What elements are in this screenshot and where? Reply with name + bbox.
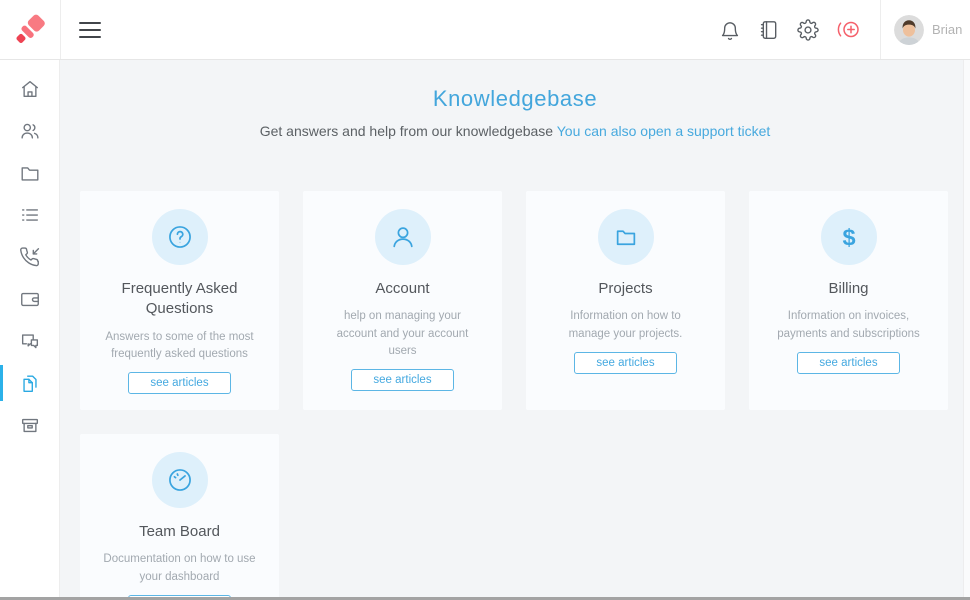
sidebar-item-projects[interactable] (0, 152, 59, 194)
top-bar: Brian (0, 0, 970, 60)
question-mark-icon (152, 209, 208, 265)
card-projects: Projects Information on how to manage yo… (526, 191, 725, 410)
sidebar-item-archive[interactable] (0, 404, 59, 446)
contacts-icon (19, 120, 41, 142)
quick-add-icon[interactable] (836, 18, 862, 41)
sidebar-item-messages[interactable] (0, 320, 59, 362)
page-subtitle: Get answers and help from our knowledgeb… (60, 123, 970, 139)
user-avatar (894, 15, 924, 45)
wallet-icon (19, 288, 41, 310)
knowledgebase-pages-icon (19, 372, 41, 394)
card-description: Answers to some of the most frequently a… (94, 329, 265, 364)
card-account: Account help on managing your account an… (303, 191, 502, 410)
dollar-icon: $ (821, 209, 877, 265)
card-description: Information on how to manage your projec… (540, 308, 711, 343)
sidebar-item-home[interactable] (0, 68, 59, 110)
top-actions (719, 18, 862, 41)
card-title: Billing (763, 279, 934, 299)
card-billing: $ Billing Information on invoices, payme… (749, 191, 948, 410)
scrollbar-track[interactable] (963, 60, 970, 597)
settings-gear-icon[interactable] (797, 19, 819, 41)
see-articles-button[interactable]: see articles (574, 352, 676, 374)
card-grid: Frequently Asked Questions Answers to so… (60, 191, 970, 600)
notifications-bell-icon[interactable] (719, 19, 741, 41)
subtitle-text: Get answers and help from our knowledgeb… (260, 123, 553, 139)
task-list-icon (19, 204, 41, 226)
user-menu[interactable]: Brian (880, 0, 970, 59)
see-articles-button[interactable]: see articles (797, 352, 899, 374)
brand-logo[interactable] (0, 0, 61, 59)
sidebar-item-contacts[interactable] (0, 110, 59, 152)
card-title: Account (317, 279, 488, 299)
card-title: Team Board (94, 522, 265, 542)
card-team-board: Team Board Documentation on how to use y… (80, 434, 279, 600)
card-title: Projects (540, 279, 711, 299)
card-faq: Frequently Asked Questions Answers to so… (80, 191, 279, 410)
dashboard-gauge-icon (152, 452, 208, 508)
see-articles-button[interactable]: see articles (351, 369, 453, 391)
folder-icon (19, 162, 41, 184)
incoming-call-icon (19, 246, 41, 268)
support-ticket-link[interactable]: You can also open a support ticket (557, 123, 771, 139)
sidebar-item-tasks[interactable] (0, 194, 59, 236)
card-description: Documentation on how to use your dashboa… (94, 551, 265, 586)
card-description: Information on invoices, payments and su… (763, 308, 934, 343)
main-content: Knowledgebase Get answers and help from … (60, 60, 970, 600)
person-icon (375, 209, 431, 265)
notebook-icon[interactable] (758, 19, 780, 41)
sidebar-item-calls[interactable] (0, 236, 59, 278)
folder-icon (598, 209, 654, 265)
page-title: Knowledgebase (60, 86, 970, 112)
sidebar-item-payments[interactable] (0, 278, 59, 320)
sidebar-item-knowledgebase[interactable] (0, 362, 59, 404)
card-title: Frequently Asked Questions (94, 279, 265, 320)
card-description: help on managing your account and your a… (317, 308, 488, 360)
brand-logo-icon (13, 13, 47, 47)
home-icon (19, 78, 41, 100)
see-articles-button[interactable]: see articles (128, 372, 230, 394)
sidebar (0, 60, 60, 600)
app-window: Brian (0, 0, 970, 600)
user-name: Brian (932, 22, 962, 37)
archive-box-icon (19, 414, 41, 436)
svg-text:$: $ (842, 225, 855, 251)
hamburger-menu-icon[interactable] (79, 22, 101, 38)
chat-icon (19, 330, 41, 352)
